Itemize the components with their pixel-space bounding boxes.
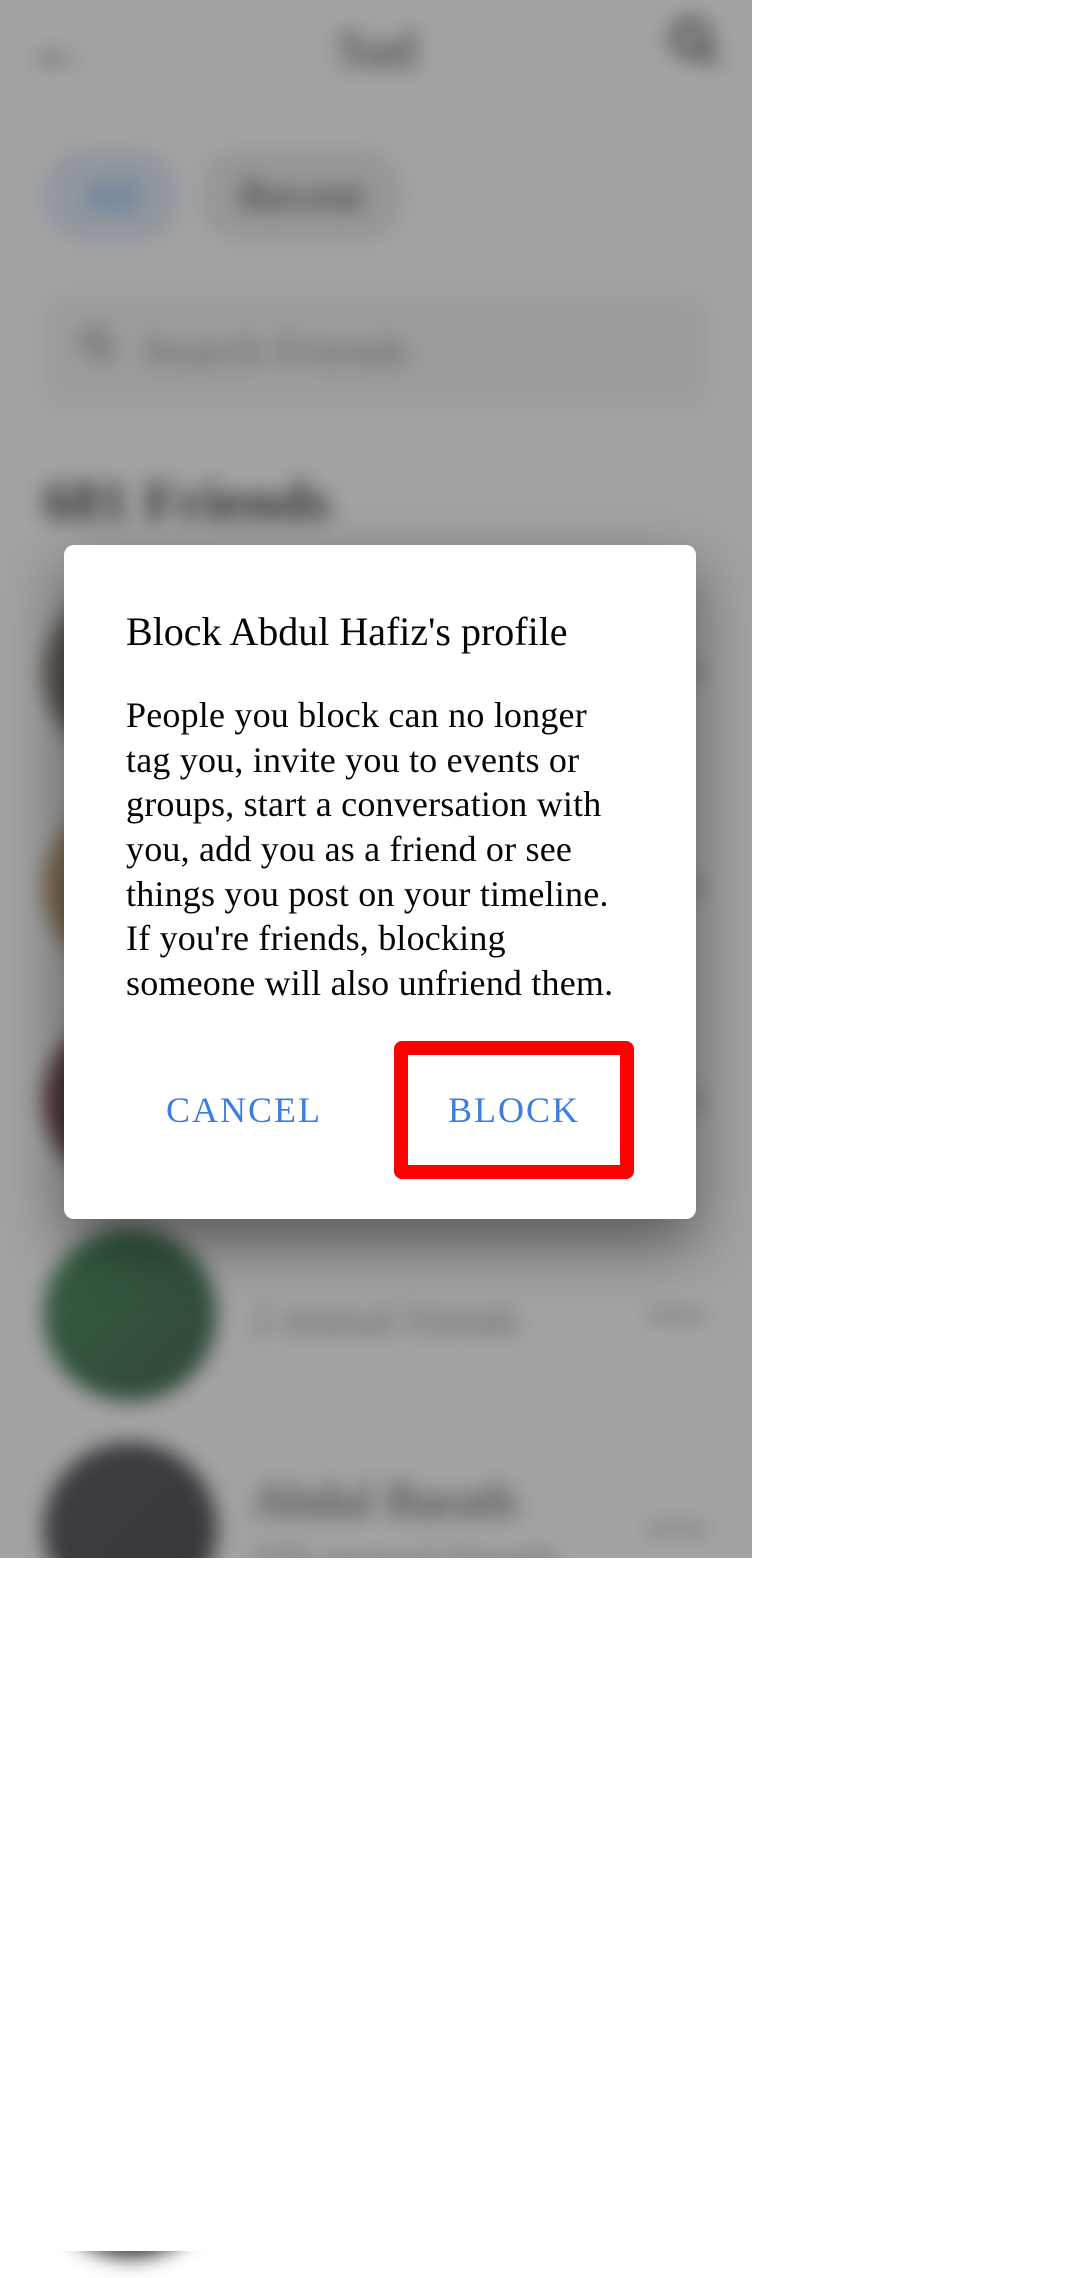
- cancel-button[interactable]: CANCEL: [130, 1059, 358, 1161]
- block-confirmation-dialog: Block Abdul Hafiz's profile People you b…: [64, 545, 696, 1219]
- dialog-title: Block Abdul Hafiz's profile: [126, 609, 634, 655]
- dialog-actions: CANCEL BLOCK: [126, 1033, 634, 1179]
- block-button[interactable]: BLOCK: [394, 1041, 634, 1179]
- dialog-body: People you block can no longer tag you, …: [126, 693, 634, 1005]
- frame-gutter: [0, 1558, 1080, 2251]
